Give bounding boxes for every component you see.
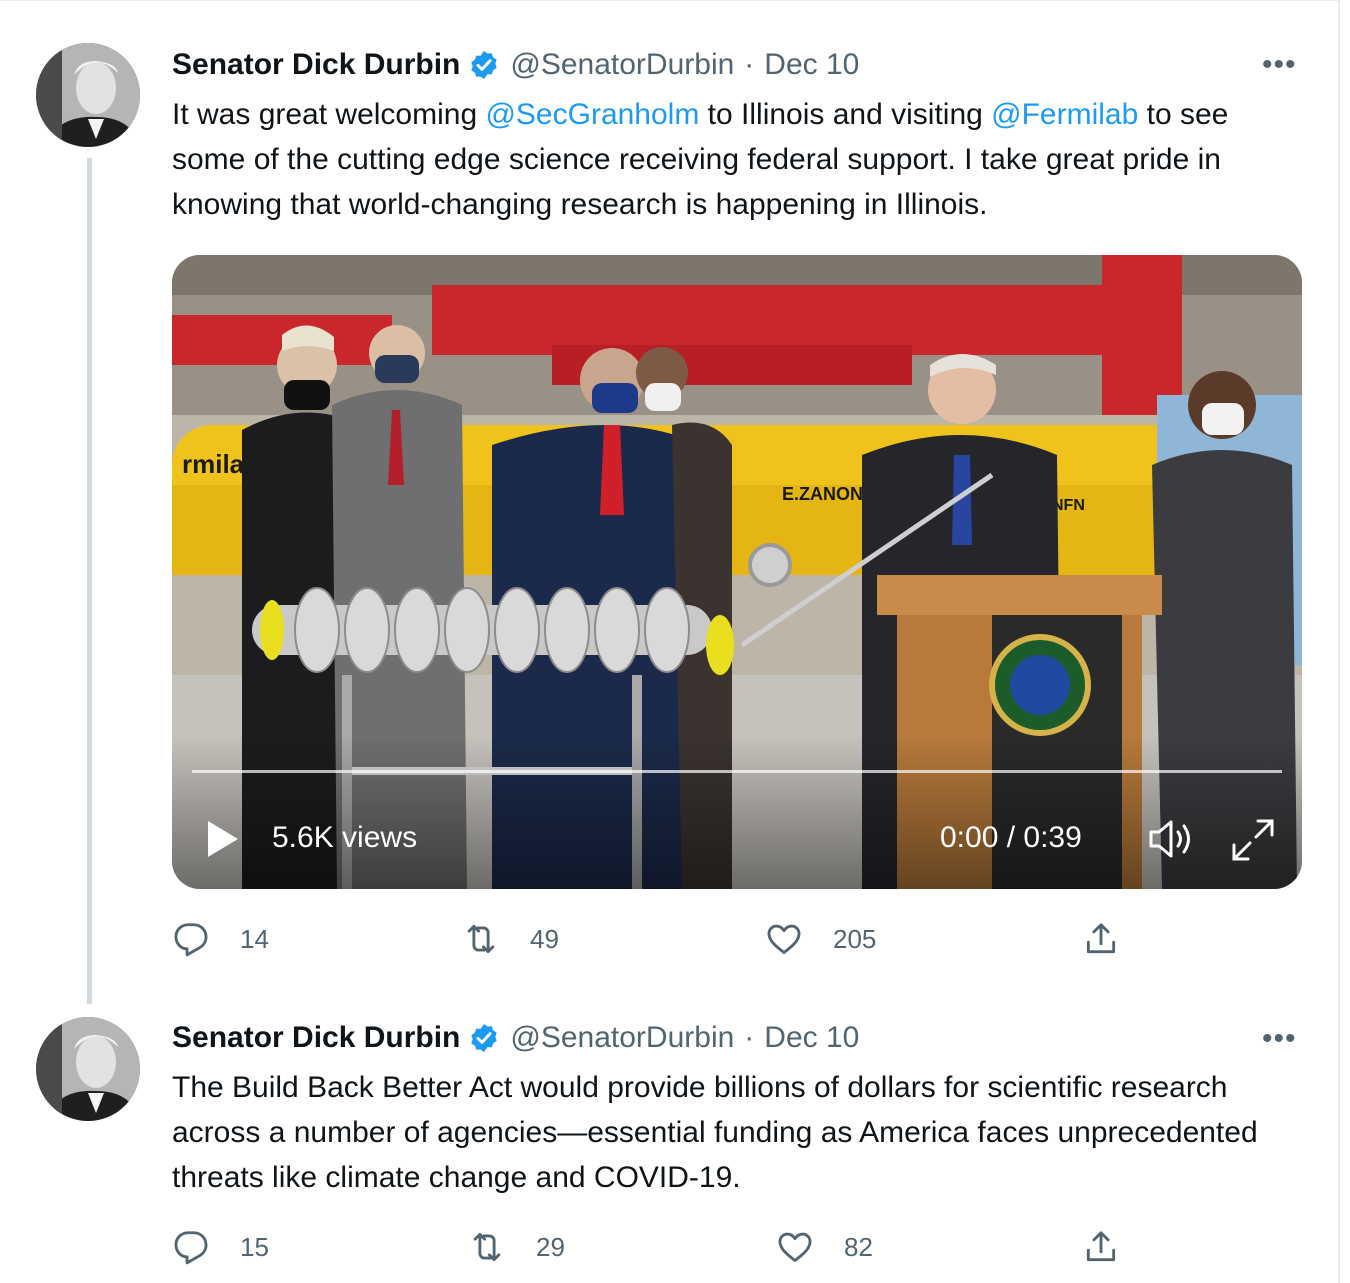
reply-button[interactable]: 14 (172, 920, 269, 958)
author-handle[interactable]: @SenatorDurbin (510, 48, 734, 82)
like-button[interactable]: 205 (765, 920, 876, 958)
reply-button[interactable]: 15 (172, 1228, 269, 1266)
tweet-text: The Build Back Better Act would provide … (172, 1071, 1258, 1194)
share-icon (1086, 923, 1116, 954)
tweet-header: Senator Dick Durbin @SenatorDurbin · Dec… (172, 45, 859, 85)
retweet-icon (473, 1232, 501, 1262)
tweet-text: It was great welcoming @SecGranholm to I… (172, 92, 1302, 227)
separator-dot: · (744, 48, 755, 81)
reply-count: 14 (240, 923, 269, 954)
volume-icon[interactable] (1147, 817, 1195, 861)
reply-count: 15 (240, 1231, 269, 1262)
retweet-count: 49 (530, 923, 559, 954)
retweet-count: 29 (536, 1231, 565, 1262)
author-name[interactable]: Senator Dick Durbin (172, 48, 460, 82)
avatar[interactable] (36, 1017, 140, 1121)
tweet-header: Senator Dick Durbin @SenatorDurbin · Dec… (172, 1018, 859, 1058)
video-time: 0:00 / 0:39 (940, 821, 1082, 854)
retweet-icon (467, 924, 495, 954)
video-views: 5.6K views (272, 821, 418, 854)
share-button[interactable] (1082, 920, 1150, 958)
video-player[interactable]: rmila E.ZANON NFN 5.6K views 0:00 / 0:39 (172, 255, 1302, 889)
retweet-button[interactable]: 49 (462, 920, 559, 958)
more-options-button[interactable]: ••• (1262, 48, 1297, 82)
like-button[interactable]: 82 (776, 1228, 873, 1266)
tweet-actions: 14 49 205 (172, 920, 1302, 964)
retweet-button[interactable]: 29 (468, 1228, 565, 1266)
avatar-photo (36, 1017, 140, 1121)
more-options-button[interactable]: ••• (1262, 1022, 1297, 1056)
tweet-actions: 15 29 82 (172, 1228, 1302, 1272)
thread-connector-line (87, 158, 92, 1004)
tweet-text-part: to Illinois and visiting (699, 98, 992, 131)
tweet-date[interactable]: Dec 10 (764, 1021, 859, 1055)
like-icon (767, 924, 801, 954)
reply-icon (174, 1231, 208, 1265)
like-count: 82 (844, 1231, 873, 1262)
play-icon[interactable] (204, 819, 240, 859)
share-button[interactable] (1082, 1228, 1150, 1266)
share-icon (1086, 1231, 1116, 1262)
author-name[interactable]: Senator Dick Durbin (172, 1021, 460, 1055)
mention-link-secgranholm[interactable]: @SecGranholm (485, 98, 699, 131)
mention-link-fermilab[interactable]: @Fermilab (991, 98, 1138, 131)
reply-icon (174, 923, 208, 957)
signage-text-2: E.ZANON (782, 484, 863, 504)
tweet-text-part: It was great welcoming (172, 98, 486, 131)
fullscreen-icon[interactable] (1230, 817, 1276, 863)
avatar[interactable] (36, 43, 140, 147)
separator-dot: · (744, 1021, 755, 1054)
like-icon (778, 1232, 812, 1262)
verified-badge-icon (471, 1024, 498, 1052)
tweet-date[interactable]: Dec 10 (764, 48, 859, 82)
avatar-photo (36, 43, 140, 147)
author-handle[interactable]: @SenatorDurbin (510, 1021, 734, 1055)
video-controls: 5.6K views 0:00 / 0:39 (172, 769, 1302, 889)
verified-badge-icon (471, 51, 498, 79)
like-count: 205 (833, 923, 877, 954)
signage-text-1: rmila (182, 449, 245, 479)
